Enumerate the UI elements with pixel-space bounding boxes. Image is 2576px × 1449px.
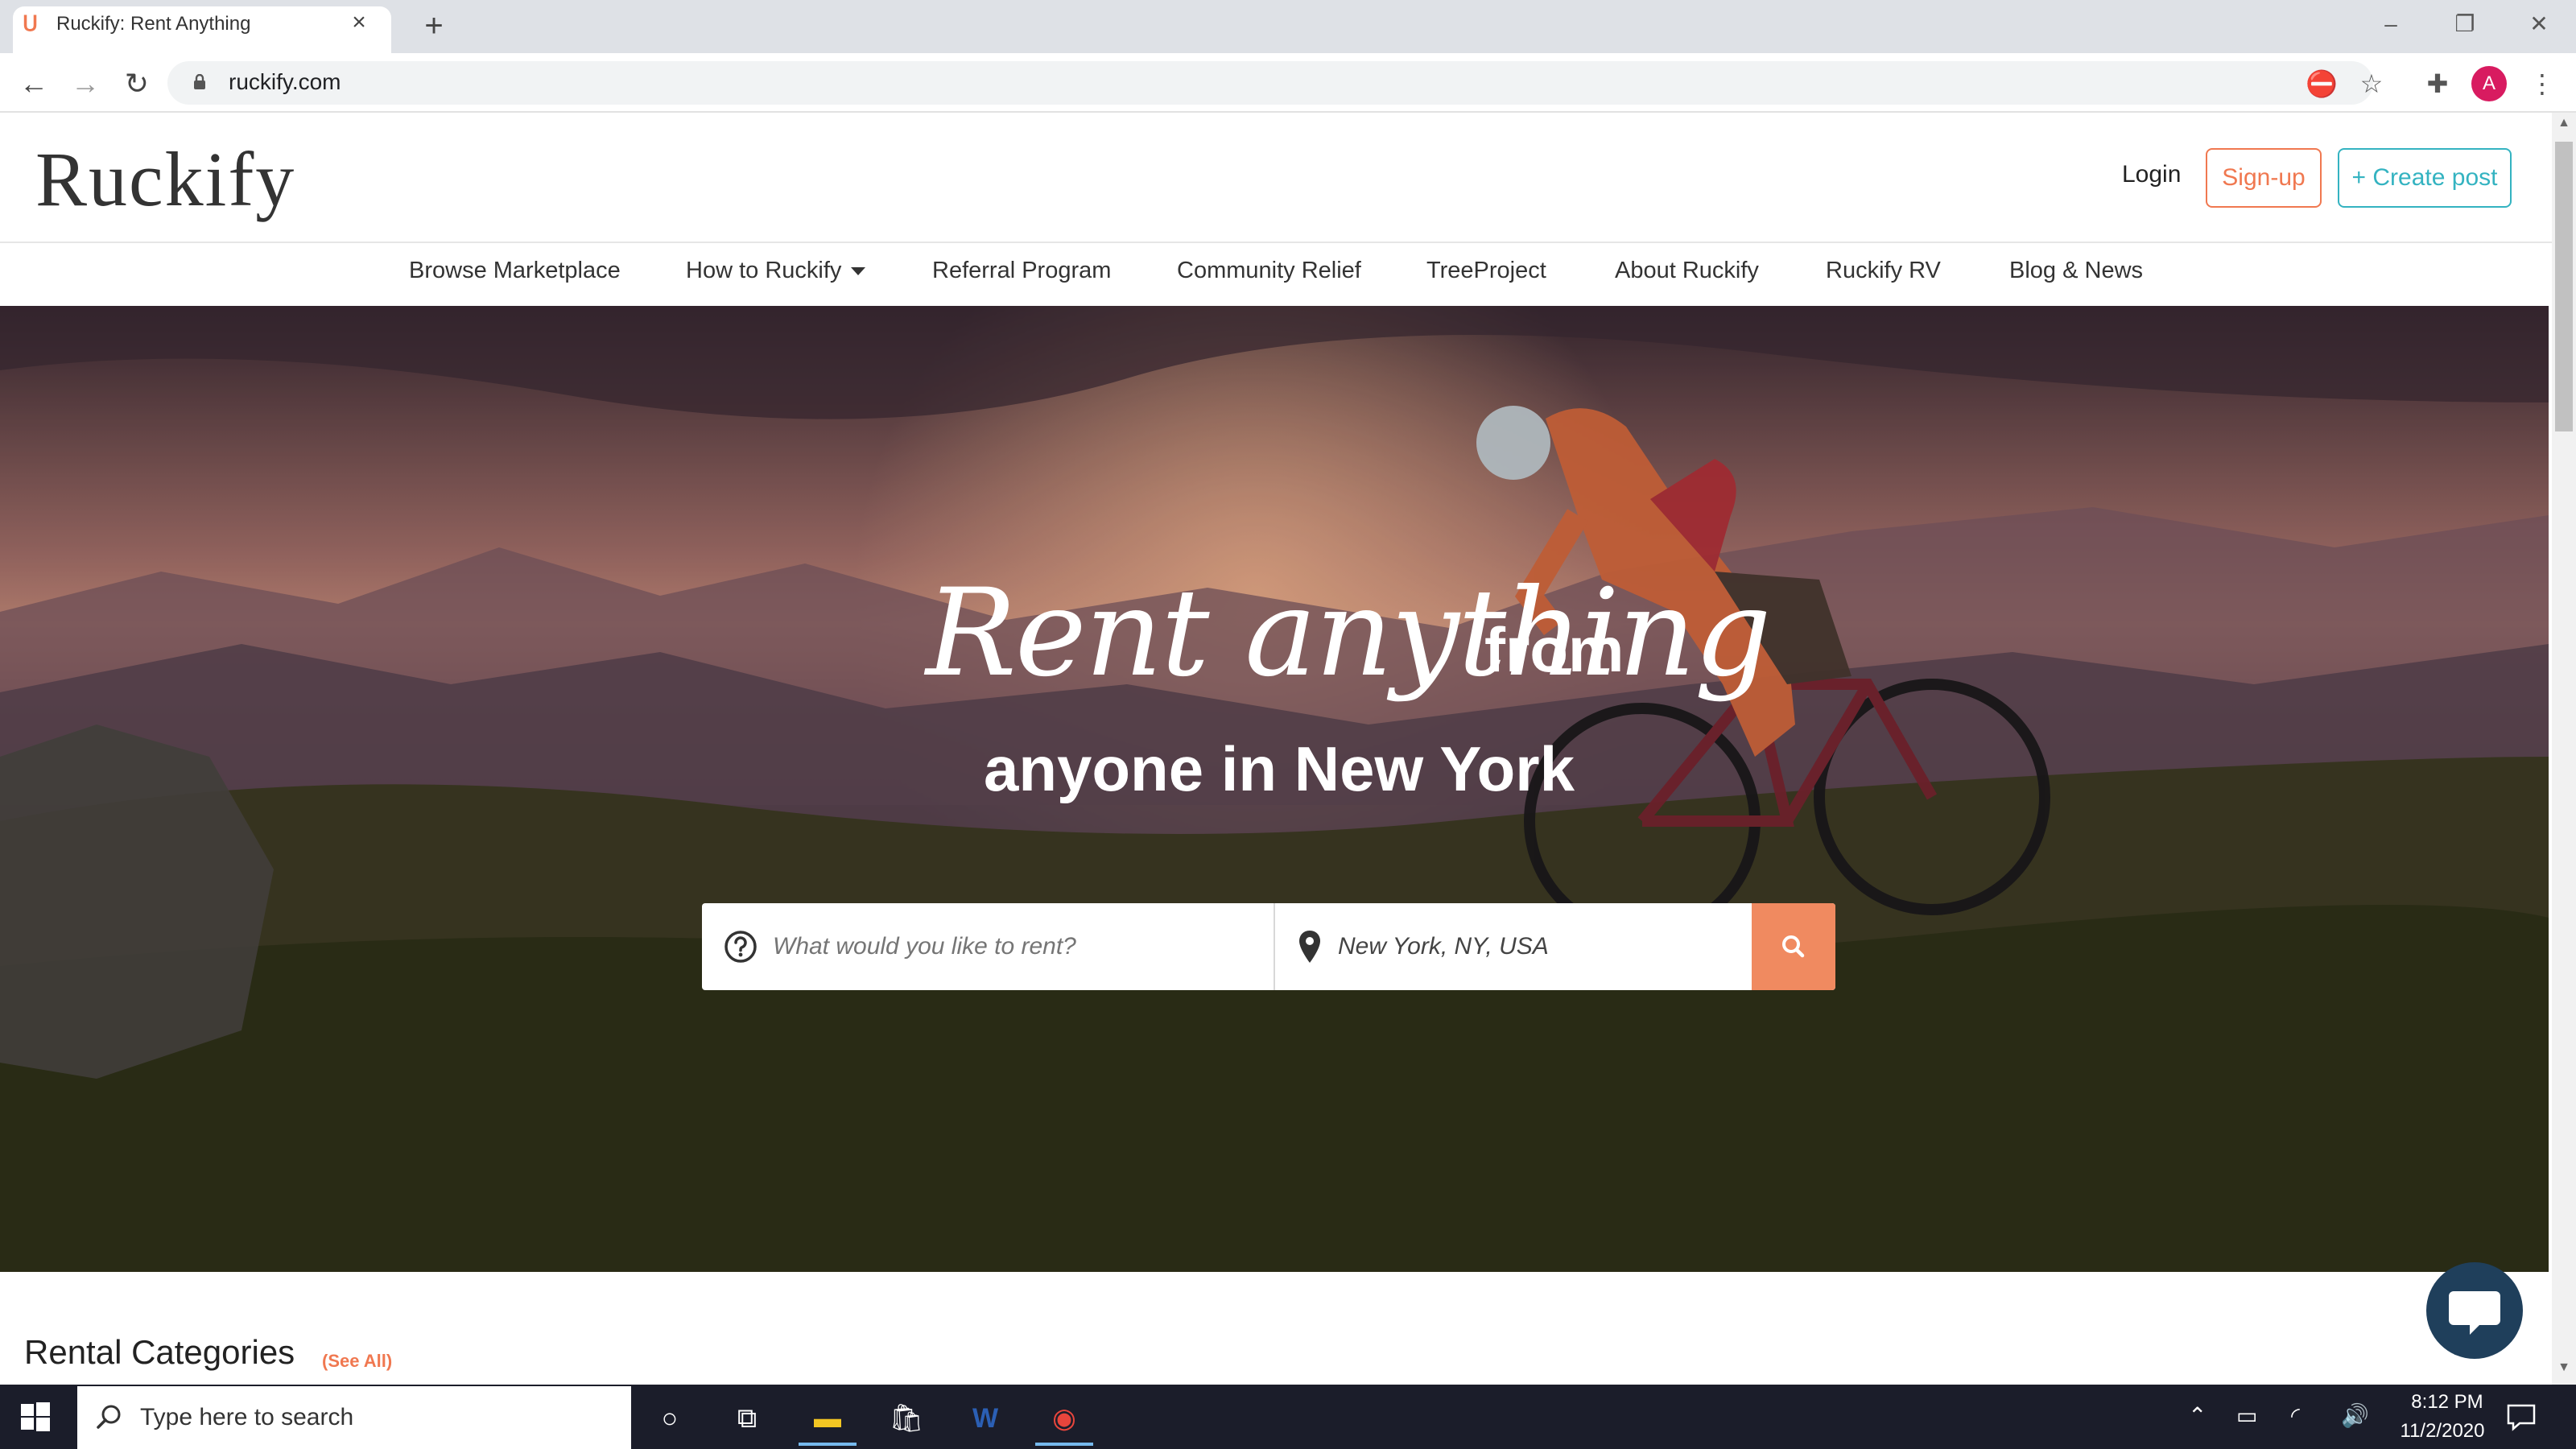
volume-icon[interactable]: 🔊 bbox=[2341, 1402, 2369, 1429]
bookmark-star-icon[interactable]: ☆ bbox=[2354, 66, 2389, 101]
notification-center-icon[interactable] bbox=[2504, 1399, 2539, 1435]
nav-treeproject[interactable]: TreeProject bbox=[1426, 258, 1546, 284]
forward-arrow-icon[interactable]: → bbox=[66, 64, 105, 103]
location-pin-icon bbox=[1299, 931, 1320, 963]
chrome-icon[interactable]: ◉ bbox=[1035, 1391, 1093, 1446]
blocked-content-icon[interactable]: ⛔ bbox=[2304, 66, 2339, 101]
tab-title: Ruckify: Rent Anything bbox=[56, 13, 251, 35]
reload-icon[interactable]: ↻ bbox=[118, 64, 156, 103]
nav-browse-marketplace[interactable]: Browse Marketplace bbox=[409, 258, 621, 284]
nav-blog-news[interactable]: Blog & News bbox=[2009, 258, 2143, 284]
hero-headline-script: Rent anything bbox=[926, 564, 1772, 704]
login-link[interactable]: Login bbox=[2122, 161, 2181, 188]
location-input[interactable] bbox=[1338, 905, 1740, 989]
clock-date[interactable]: 11/2/2020 bbox=[2386, 1420, 2499, 1443]
search-divider bbox=[1274, 903, 1275, 990]
nav-how-to-ruckify[interactable]: How to Ruckify bbox=[686, 258, 866, 284]
nav-referral-program[interactable]: Referral Program bbox=[932, 258, 1111, 284]
url-text[interactable]: ruckify.com bbox=[229, 69, 341, 95]
menu-dots-icon[interactable]: ⋮ bbox=[2524, 66, 2560, 101]
search-icon bbox=[97, 1405, 121, 1429]
nav-community-relief[interactable]: Community Relief bbox=[1177, 258, 1361, 284]
address-bar[interactable] bbox=[167, 61, 2373, 105]
close-tab-icon[interactable]: × bbox=[345, 8, 374, 37]
new-tab-button[interactable]: + bbox=[417, 10, 451, 43]
search-button[interactable] bbox=[1752, 903, 1835, 990]
search-icon bbox=[1782, 935, 1805, 958]
file-explorer-icon[interactable]: ▬ bbox=[799, 1391, 857, 1446]
restore-window-icon[interactable]: ❐ bbox=[2441, 6, 2489, 42]
logo-text: Ruckify bbox=[35, 136, 296, 222]
cortana-icon[interactable]: ○ bbox=[641, 1391, 699, 1446]
minimize-window-icon[interactable]: – bbox=[2367, 6, 2415, 42]
chat-widget-button[interactable] bbox=[2426, 1262, 2523, 1359]
profile-avatar[interactable]: A bbox=[2471, 66, 2507, 101]
hero-headline-line2: anyone in New York bbox=[984, 733, 1575, 804]
back-arrow-icon[interactable]: ← bbox=[14, 64, 53, 103]
show-hidden-icons-chevron-icon[interactable]: ⌃ bbox=[2188, 1402, 2207, 1429]
ruckify-logo[interactable]: Ruckify bbox=[35, 135, 295, 224]
rental-item-search-input[interactable] bbox=[773, 905, 1272, 989]
battery-icon[interactable]: ▭ bbox=[2236, 1402, 2257, 1429]
windows-start-icon[interactable] bbox=[19, 1401, 52, 1433]
ruckify-favicon-icon: ᑌ bbox=[23, 11, 39, 35]
extensions-puzzle-icon[interactable]: ✚ bbox=[2420, 66, 2455, 101]
taskbar-search-placeholder: Type here to search bbox=[140, 1404, 354, 1430]
create-post-button[interactable]: + Create post bbox=[2338, 148, 2512, 208]
hero-headline-from: from bbox=[1484, 614, 1624, 685]
caret-down-icon bbox=[851, 267, 866, 276]
task-view-icon[interactable]: ⧉ bbox=[718, 1391, 776, 1446]
wifi-icon[interactable]: ◜ bbox=[2291, 1402, 2300, 1429]
microsoft-store-icon[interactable]: 🛍 bbox=[877, 1391, 935, 1446]
scroll-up-arrow-icon[interactable]: ▲ bbox=[2553, 116, 2574, 137]
rental-categories-heading: Rental Categories bbox=[24, 1333, 295, 1371]
word-icon[interactable]: W bbox=[956, 1391, 1014, 1446]
nav-label: How to Ruckify bbox=[686, 258, 842, 283]
scroll-down-arrow-icon[interactable]: ▼ bbox=[2553, 1360, 2574, 1381]
nav-about-ruckify[interactable]: About Ruckify bbox=[1615, 258, 1759, 284]
scrollbar-thumb[interactable] bbox=[2555, 142, 2573, 431]
signup-button[interactable]: Sign-up bbox=[2206, 148, 2322, 208]
question-circle-icon bbox=[724, 931, 757, 963]
lock-icon bbox=[194, 74, 205, 89]
see-all-categories-link[interactable]: (See All) bbox=[322, 1351, 392, 1372]
nav-ruckify-rv[interactable]: Ruckify RV bbox=[1826, 258, 1941, 284]
chat-icon bbox=[2449, 1291, 2500, 1335]
close-window-icon[interactable]: ✕ bbox=[2515, 6, 2563, 42]
clock-time[interactable]: 8:12 PM bbox=[2399, 1391, 2496, 1414]
